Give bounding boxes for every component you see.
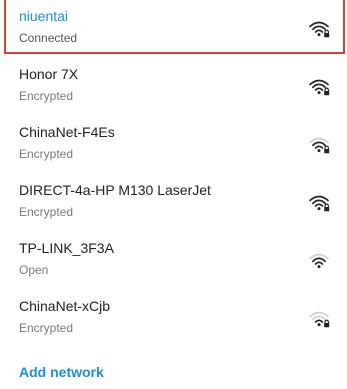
- wifi-network-list: niuentai Connected Honor 7X Encrypted Ch…: [0, 0, 347, 348]
- signal-arc: [312, 199, 326, 205]
- network-status: Encrypted: [19, 147, 74, 161]
- signal-dot: [317, 323, 321, 327]
- wifi-network-item[interactable]: Honor 7X Encrypted: [0, 58, 347, 116]
- network-name: ChinaNet-xCjb: [19, 298, 111, 314]
- lock-icon: [324, 145, 330, 154]
- signal-arc: [312, 315, 326, 321]
- lock-icon: [324, 87, 330, 96]
- add-network-button[interactable]: Add network: [19, 362, 104, 382]
- wifi-lock-icon: [309, 195, 330, 212]
- network-text: niuentai Connected: [19, 7, 287, 46]
- signal-dot: [317, 33, 321, 37]
- network-text: TP-LINK_3F3A Open: [19, 239, 287, 278]
- signal-dot: [317, 265, 321, 269]
- signal-arc: [314, 145, 324, 149]
- network-text: DIRECT-4a-HP M130 LaserJet Encrypted: [19, 181, 287, 220]
- signal-arc: [314, 203, 324, 207]
- wifi-settings-screen: niuentai Connected Honor 7X Encrypted Ch…: [0, 0, 347, 389]
- signal-arc: [314, 29, 324, 33]
- network-status: Encrypted: [19, 205, 74, 219]
- network-text: ChinaNet-F4Es Encrypted: [19, 123, 287, 162]
- wifi-network-item[interactable]: niuentai Connected: [0, 0, 347, 58]
- signal-arc: [312, 83, 326, 89]
- wifi-network-item[interactable]: ChinaNet-xCjb Encrypted: [0, 290, 347, 348]
- signal-arc: [314, 319, 324, 323]
- signal-arc: [312, 25, 326, 31]
- wifi-lock-icon: [309, 79, 330, 96]
- signal-arc: [312, 141, 326, 147]
- network-text: Honor 7X Encrypted: [19, 65, 287, 104]
- signal-dot: [317, 149, 321, 153]
- wifi-network-item[interactable]: ChinaNet-F4Es Encrypted: [0, 116, 347, 174]
- wifi-network-item[interactable]: TP-LINK_3F3A Open: [0, 232, 347, 290]
- signal-dot: [317, 91, 321, 95]
- signal-arc: [314, 87, 324, 91]
- lock-icon: [324, 29, 330, 38]
- network-status: Encrypted: [19, 321, 74, 335]
- network-status: Encrypted: [19, 89, 74, 103]
- network-status: Connected: [19, 31, 78, 45]
- network-name: TP-LINK_3F3A: [19, 240, 114, 256]
- network-text: ChinaNet-xCjb Encrypted: [19, 297, 287, 336]
- wifi-lock-icon: [309, 137, 330, 154]
- wifi-network-item[interactable]: DIRECT-4a-HP M130 LaserJet Encrypted: [0, 174, 347, 232]
- network-status: Open: [19, 263, 49, 277]
- signal-arc: [314, 261, 324, 265]
- network-name: Honor 7X: [19, 66, 79, 82]
- lock-icon: [324, 203, 330, 212]
- wifi-lock-icon: [309, 21, 330, 38]
- network-name: DIRECT-4a-HP M130 LaserJet: [19, 182, 211, 198]
- wifi-lock-icon: [309, 311, 330, 328]
- signal-arc: [312, 257, 326, 263]
- lock-icon: [324, 319, 330, 328]
- wifi-icon: [309, 253, 329, 269]
- network-name: niuentai: [19, 8, 69, 24]
- signal-dot: [317, 207, 321, 211]
- network-name: ChinaNet-F4Es: [19, 124, 115, 140]
